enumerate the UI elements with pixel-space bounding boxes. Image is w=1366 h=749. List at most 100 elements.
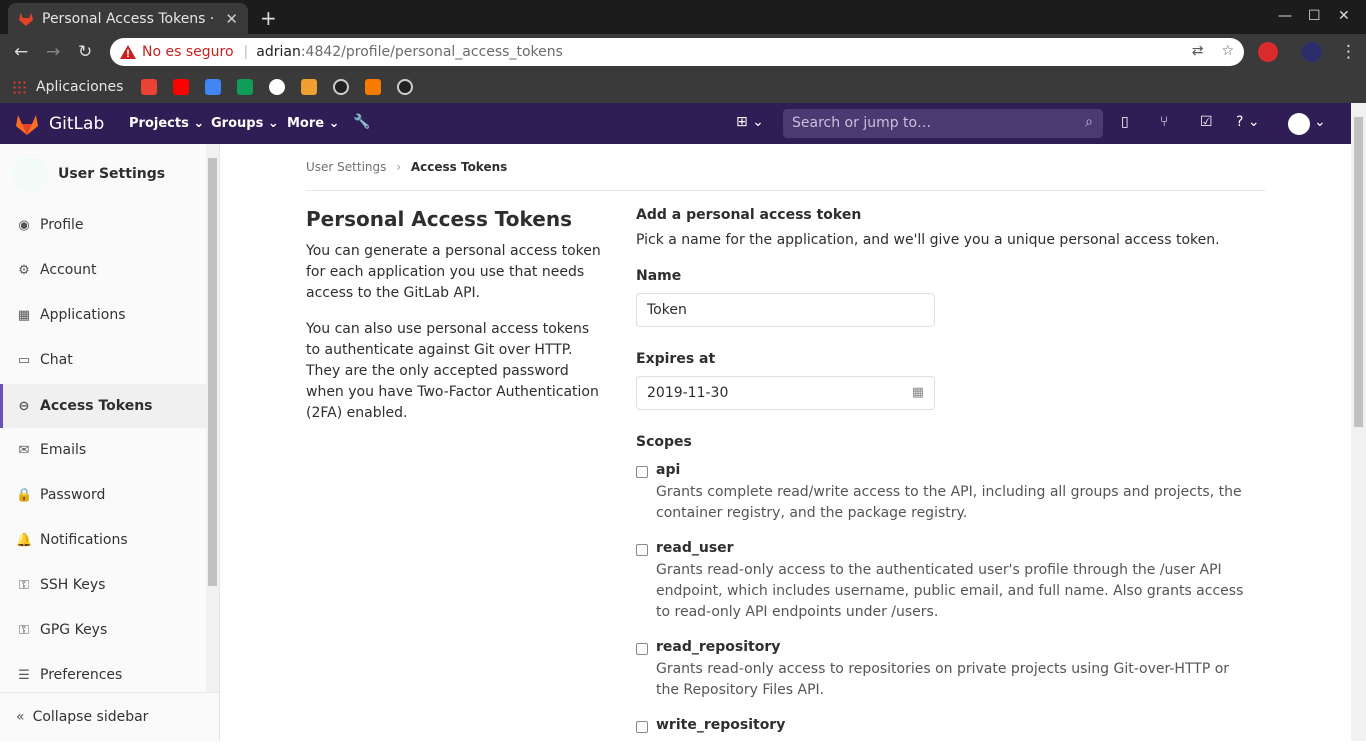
expires-at-input[interactable]: 2019-11-30 ▦ [636, 376, 935, 410]
calendar-icon[interactable]: ▦ [912, 385, 924, 400]
sidebar-item-account[interactable]: ⚙ Account [0, 248, 206, 292]
profile-icon: ◉ [18, 217, 30, 233]
sidebar-header[interactable]: User Settings [12, 156, 165, 192]
token-icon: ⊖ [18, 398, 30, 414]
token-name-input[interactable]: Token [636, 293, 935, 327]
lock-icon: 🔒 [16, 487, 33, 503]
page-scrollbar[interactable] [1351, 103, 1366, 741]
user-menu-chevron-icon[interactable]: ⌄ [1314, 114, 1326, 130]
sidebar-item-password[interactable]: 🔒 Password [0, 473, 206, 517]
user-avatar[interactable] [1288, 113, 1310, 135]
admin-wrench-icon[interactable]: 🔧 [353, 114, 370, 130]
expires-at-value: 2019-11-30 [647, 385, 729, 401]
tools-icon[interactable] [301, 78, 318, 95]
maximize-icon[interactable]: ☐ [1308, 8, 1321, 24]
sidebar-item-preferences[interactable]: ☰ Preferences [0, 653, 206, 697]
tab-close-icon[interactable]: ✕ [225, 10, 238, 28]
in-icon[interactable] [365, 78, 382, 95]
translate-icon[interactable]: ⇄ [1192, 43, 1204, 59]
gitlab-logo-icon [16, 115, 38, 135]
minimize-icon[interactable]: — [1278, 8, 1292, 24]
issues-check-icon[interactable]: ☑ [1200, 114, 1213, 130]
collapse-sidebar-button[interactable]: « Collapse sidebar [0, 692, 219, 741]
sidebar-scroll-thumb[interactable] [208, 158, 217, 586]
scope-read-user: read_user Grants read-only access to the… [636, 540, 1256, 623]
add-token-form: Add a personal access token Pick a name … [636, 207, 1256, 749]
reload-icon[interactable]: ↻ [78, 42, 92, 62]
nav-groups[interactable]: Groups ⌄ [211, 116, 279, 131]
sidebar-item-notifications[interactable]: 🔔 Notifications [0, 518, 206, 562]
help-icon[interactable]: ? ⌄ [1236, 114, 1260, 130]
intro-section: Personal Access Tokens You can generate … [306, 207, 606, 439]
breadcrumb-chevron-icon: › [396, 160, 402, 174]
page-title: Personal Access Tokens [306, 207, 573, 231]
warning-icon [120, 45, 136, 59]
sidebar-scrollbar[interactable] [206, 144, 219, 692]
gmail-icon[interactable] [141, 78, 158, 95]
bookmarks-bar: Aplicaciones [0, 70, 1366, 103]
github-icon[interactable] [333, 78, 350, 95]
scope-name[interactable]: read_repository [656, 639, 1256, 655]
window-close-icon[interactable]: ✕ [1338, 8, 1350, 24]
address-bar-actions: ⇄ ☆ [1192, 43, 1234, 59]
nav-more[interactable]: More ⌄ [287, 116, 340, 131]
scope-read-repository: read_repository Grants read-only access … [636, 639, 1256, 701]
sidebar-item-profile[interactable]: ◉ Profile [0, 203, 206, 247]
sidebar-item-gpg-keys[interactable]: ⚿ GPG Keys [0, 608, 206, 652]
new-tab-icon[interactable]: + [260, 6, 277, 30]
sidebar-item-applications[interactable]: ▦ Applications [0, 293, 206, 337]
youtube-icon[interactable] [173, 78, 190, 95]
translate-bookmark-icon[interactable] [205, 78, 222, 95]
extension-stop-icon[interactable] [1258, 42, 1278, 62]
extension-avatar-icon[interactable] [1302, 42, 1322, 62]
bookmarks-apps-label[interactable]: Aplicaciones [36, 79, 123, 95]
scope-name[interactable]: write_repository [656, 717, 1256, 733]
scope-write-repository-checkbox[interactable] [636, 721, 648, 733]
form-lead: Pick a name for the application, and we'… [636, 232, 1220, 248]
sidebar-avatar [12, 156, 48, 192]
sidebar-item-ssh-keys[interactable]: ⚿ SSH Keys [0, 563, 206, 607]
sidebar-item-emails[interactable]: ✉ Emails [0, 428, 206, 472]
back-icon[interactable]: ← [14, 42, 28, 62]
sidebar-title: User Settings [58, 166, 166, 182]
browser-menu-icon[interactable]: ⋮ [1340, 42, 1357, 62]
sidebar-item-chat[interactable]: ▭ Chat [0, 338, 206, 382]
nav-projects[interactable]: Projects ⌄ [129, 116, 204, 131]
breadcrumb: User Settings › Access Tokens [306, 160, 507, 174]
globe-icon[interactable] [269, 78, 286, 95]
intro-paragraph-1: You can generate a personal access token… [306, 243, 601, 301]
settings-sidebar: User Settings ◉ Profile ⚙ Account ▦ Applica… [0, 144, 220, 741]
scope-api-checkbox[interactable] [636, 466, 648, 478]
gitlab-brand[interactable]: GitLab [14, 112, 104, 136]
forward-icon[interactable]: → [46, 42, 60, 62]
search-input[interactable]: Search or jump to… ⌕ [783, 109, 1103, 138]
apps-grid-icon[interactable] [12, 79, 26, 94]
github-icon[interactable] [397, 78, 414, 95]
search-icon: ⌕ [1085, 114, 1093, 130]
new-item-plus-icon[interactable]: ⊞ ⌄ [736, 114, 764, 130]
name-label: Name [636, 268, 682, 284]
tab-title: Personal Access Tokens · U [42, 10, 220, 27]
address-bar[interactable]: No es seguro | adrian :4842/profile/pers… [110, 38, 1244, 66]
key-icon: ⚿ [19, 622, 29, 638]
scopes-label: Scopes [636, 434, 692, 450]
merge-requests-icon[interactable]: ⑂ [1160, 114, 1168, 130]
insecure-label[interactable]: No es seguro [142, 44, 234, 60]
scope-name[interactable]: read_user [656, 540, 1256, 556]
chat-icon: ▭ [17, 352, 31, 368]
todos-sidebar-icon[interactable]: ▯ [1121, 114, 1129, 130]
scope-description: Grants read-only access to repositories … [656, 661, 1230, 698]
browser-tab[interactable]: Personal Access Tokens · U ✕ [8, 3, 248, 34]
expires-label: Expires at [636, 351, 716, 367]
sidebar-item-access-tokens[interactable]: ⊖ Access Tokens [0, 384, 206, 428]
scope-read-repository-checkbox[interactable] [636, 643, 648, 655]
drive-icon[interactable] [237, 78, 254, 95]
breadcrumb-parent[interactable]: User Settings [306, 160, 386, 174]
scope-name[interactable]: api [656, 462, 1256, 478]
gitlab-header: GitLab Projects ⌄ Groups ⌄ More ⌄ 🔧 ⊞ ⌄ … [0, 103, 1366, 144]
search-placeholder: Search or jump to… [792, 115, 932, 131]
scope-write-repository: write_repository [636, 717, 1256, 733]
page-scroll-thumb[interactable] [1354, 117, 1363, 427]
bookmark-star-icon[interactable]: ☆ [1221, 43, 1234, 59]
scope-read-user-checkbox[interactable] [636, 544, 648, 556]
